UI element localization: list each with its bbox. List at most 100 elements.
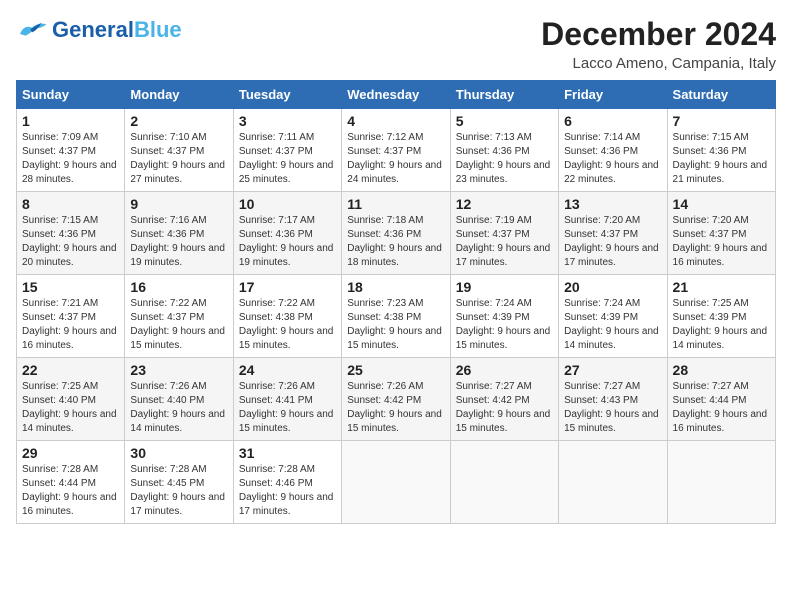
day-number: 25	[347, 362, 444, 378]
day-info: Sunrise: 7:15 AMSunset: 4:36 PMDaylight:…	[673, 131, 770, 187]
logo-bird-icon	[16, 16, 48, 44]
calendar-day-cell: 18Sunrise: 7:23 AMSunset: 4:38 PMDayligh…	[342, 275, 450, 358]
day-info: Sunrise: 7:16 AMSunset: 4:36 PMDaylight:…	[130, 214, 227, 270]
day-number: 16	[130, 279, 227, 295]
calendar-day-cell: 27Sunrise: 7:27 AMSunset: 4:43 PMDayligh…	[559, 358, 667, 441]
day-info: Sunrise: 7:21 AMSunset: 4:37 PMDaylight:…	[22, 297, 119, 353]
day-number: 12	[456, 196, 553, 212]
day-info: Sunrise: 7:19 AMSunset: 4:37 PMDaylight:…	[456, 214, 553, 270]
weekday-header-row: SundayMondayTuesdayWednesdayThursdayFrid…	[17, 81, 776, 109]
calendar-day-cell: 5 Sunrise: 7:13 AMSunset: 4:36 PMDaylight…	[450, 109, 558, 192]
day-info: Sunrise: 7:17 AMSunset: 4:36 PMDaylight:…	[239, 214, 336, 270]
day-number: 21	[673, 279, 770, 295]
day-info: Sunrise: 7:20 AMSunset: 4:37 PMDaylight:…	[673, 214, 770, 270]
day-number: 19	[456, 279, 553, 295]
calendar-day-cell: 3Sunrise: 7:11 AMSunset: 4:37 PMDaylight…	[233, 109, 341, 192]
day-info: Sunrise: 7:25 AMSunset: 4:39 PMDaylight:…	[673, 297, 770, 353]
calendar-day-cell: 28Sunrise: 7:27 AMSunset: 4:44 PMDayligh…	[667, 358, 775, 441]
location-title: Lacco Ameno, Campania, Italy	[541, 55, 776, 72]
day-number: 9	[130, 196, 227, 212]
page-header: GeneralBlue December 2024 Lacco Ameno, C…	[16, 16, 776, 72]
calendar-day-cell: 15Sunrise: 7:21 AMSunset: 4:37 PMDayligh…	[17, 275, 125, 358]
calendar-day-cell: 9 Sunrise: 7:16 AMSunset: 4:36 PMDaylight…	[125, 192, 233, 275]
day-number: 20	[564, 279, 661, 295]
day-number: 22	[22, 362, 119, 378]
day-number: 17	[239, 279, 336, 295]
day-number: 23	[130, 362, 227, 378]
day-number: 3	[239, 113, 336, 129]
calendar-day-cell: 17 Sunrise: 7:22 AMSunset: 4:38 PMDayligh…	[233, 275, 341, 358]
weekday-header-thursday: Thursday	[450, 81, 558, 109]
logo-general: General	[52, 17, 134, 42]
day-number: 24	[239, 362, 336, 378]
day-number: 27	[564, 362, 661, 378]
day-info: Sunrise: 7:24 AMSunset: 4:39 PMDaylight:…	[456, 297, 553, 353]
day-info: Sunrise: 7:27 AMSunset: 4:44 PMDaylight:…	[673, 380, 770, 436]
calendar-week-row: 8 Sunrise: 7:15 AMSunset: 4:36 PMDaylight…	[17, 192, 776, 275]
calendar-day-cell: 6 Sunrise: 7:14 AMSunset: 4:36 PMDaylight…	[559, 109, 667, 192]
empty-cell	[450, 441, 558, 524]
calendar-body: 1 Sunrise: 7:09 AMSunset: 4:37 PMDaylight…	[17, 109, 776, 524]
day-info: Sunrise: 7:22 AMSunset: 4:38 PMDaylight:…	[239, 297, 336, 353]
calendar-day-cell: 13Sunrise: 7:20 AMSunset: 4:37 PMDayligh…	[559, 192, 667, 275]
day-number: 1	[22, 113, 119, 129]
calendar-day-cell: 4Sunrise: 7:12 AMSunset: 4:37 PMDaylight…	[342, 109, 450, 192]
logo-text: GeneralBlue	[52, 17, 182, 43]
day-number: 8	[22, 196, 119, 212]
month-title: December 2024	[541, 16, 776, 53]
calendar-day-cell: 12 Sunrise: 7:19 AMSunset: 4:37 PMDayligh…	[450, 192, 558, 275]
day-number: 30	[130, 445, 227, 461]
day-info: Sunrise: 7:13 AMSunset: 4:36 PMDaylight:…	[456, 131, 553, 187]
day-info: Sunrise: 7:24 AMSunset: 4:39 PMDaylight:…	[564, 297, 661, 353]
day-info: Sunrise: 7:12 AMSunset: 4:37 PMDaylight:…	[347, 131, 444, 187]
day-info: Sunrise: 7:10 AMSunset: 4:37 PMDaylight:…	[130, 131, 227, 187]
calendar-day-cell: 25 Sunrise: 7:26 AMSunset: 4:42 PMDayligh…	[342, 358, 450, 441]
day-info: Sunrise: 7:27 AMSunset: 4:42 PMDaylight:…	[456, 380, 553, 436]
calendar-day-cell: 2 Sunrise: 7:10 AMSunset: 4:37 PMDaylight…	[125, 109, 233, 192]
calendar-day-cell: 7 Sunrise: 7:15 AMSunset: 4:36 PMDaylight…	[667, 109, 775, 192]
day-number: 13	[564, 196, 661, 212]
calendar-day-cell: 31 Sunrise: 7:28 AMSunset: 4:46 PMDayligh…	[233, 441, 341, 524]
day-number: 7	[673, 113, 770, 129]
weekday-header-wednesday: Wednesday	[342, 81, 450, 109]
weekday-header-tuesday: Tuesday	[233, 81, 341, 109]
calendar-day-cell: 23Sunrise: 7:26 AMSunset: 4:40 PMDayligh…	[125, 358, 233, 441]
day-number: 29	[22, 445, 119, 461]
calendar-day-cell: 22 Sunrise: 7:25 AMSunset: 4:40 PMDayligh…	[17, 358, 125, 441]
calendar-week-row: 29 Sunrise: 7:28 AMSunset: 4:44 PMDayligh…	[17, 441, 776, 524]
day-info: Sunrise: 7:28 AMSunset: 4:44 PMDaylight:…	[22, 463, 119, 519]
day-info: Sunrise: 7:18 AMSunset: 4:36 PMDaylight:…	[347, 214, 444, 270]
logo: GeneralBlue	[16, 16, 182, 44]
calendar-day-cell: 8 Sunrise: 7:15 AMSunset: 4:36 PMDaylight…	[17, 192, 125, 275]
calendar-day-cell: 19 Sunrise: 7:24 AMSunset: 4:39 PMDayligh…	[450, 275, 558, 358]
calendar-day-cell: 14 Sunrise: 7:20 AMSunset: 4:37 PMDayligh…	[667, 192, 775, 275]
day-info: Sunrise: 7:09 AMSunset: 4:37 PMDaylight:…	[22, 131, 119, 187]
empty-cell	[559, 441, 667, 524]
weekday-header-friday: Friday	[559, 81, 667, 109]
weekday-header-saturday: Saturday	[667, 81, 775, 109]
calendar-day-cell: 20 Sunrise: 7:24 AMSunset: 4:39 PMDayligh…	[559, 275, 667, 358]
calendar-day-cell: 29 Sunrise: 7:28 AMSunset: 4:44 PMDayligh…	[17, 441, 125, 524]
day-number: 26	[456, 362, 553, 378]
day-number: 14	[673, 196, 770, 212]
day-info: Sunrise: 7:26 AMSunset: 4:42 PMDaylight:…	[347, 380, 444, 436]
day-number: 2	[130, 113, 227, 129]
calendar-week-row: 15Sunrise: 7:21 AMSunset: 4:37 PMDayligh…	[17, 275, 776, 358]
empty-cell	[667, 441, 775, 524]
day-info: Sunrise: 7:25 AMSunset: 4:40 PMDaylight:…	[22, 380, 119, 436]
day-info: Sunrise: 7:28 AMSunset: 4:46 PMDaylight:…	[239, 463, 336, 519]
calendar-day-cell: 1 Sunrise: 7:09 AMSunset: 4:37 PMDaylight…	[17, 109, 125, 192]
calendar-title-area: December 2024 Lacco Ameno, Campania, Ita…	[541, 16, 776, 72]
day-number: 31	[239, 445, 336, 461]
day-number: 5	[456, 113, 553, 129]
day-number: 10	[239, 196, 336, 212]
day-info: Sunrise: 7:26 AMSunset: 4:41 PMDaylight:…	[239, 380, 336, 436]
day-info: Sunrise: 7:23 AMSunset: 4:38 PMDaylight:…	[347, 297, 444, 353]
day-number: 6	[564, 113, 661, 129]
day-info: Sunrise: 7:15 AMSunset: 4:36 PMDaylight:…	[22, 214, 119, 270]
day-info: Sunrise: 7:28 AMSunset: 4:45 PMDaylight:…	[130, 463, 227, 519]
calendar-day-cell: 10 Sunrise: 7:17 AMSunset: 4:36 PMDayligh…	[233, 192, 341, 275]
day-number: 11	[347, 196, 444, 212]
calendar-week-row: 1 Sunrise: 7:09 AMSunset: 4:37 PMDaylight…	[17, 109, 776, 192]
day-info: Sunrise: 7:14 AMSunset: 4:36 PMDaylight:…	[564, 131, 661, 187]
